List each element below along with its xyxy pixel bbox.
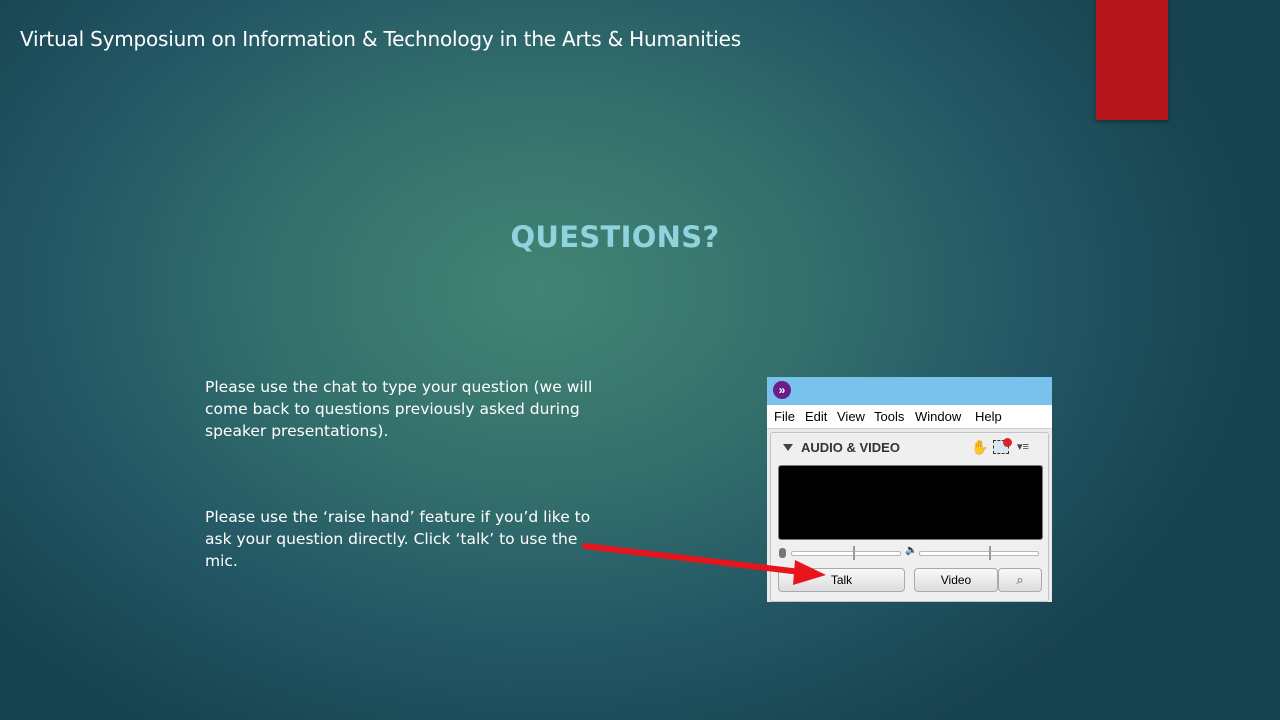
app-logo-icon: » — [773, 381, 791, 399]
menu-window[interactable]: Window — [915, 409, 961, 424]
mic-slider-handle[interactable] — [853, 546, 855, 560]
audio-settings-icon[interactable] — [993, 438, 1012, 454]
speaker-slider-handle[interactable] — [989, 546, 991, 560]
collapse-caret-icon[interactable] — [783, 444, 793, 451]
panel-options-icon[interactable]: ▾≡ — [1017, 440, 1029, 453]
video-area — [778, 465, 1043, 540]
talk-button[interactable]: Talk — [778, 568, 905, 592]
video-button[interactable]: Video — [914, 568, 998, 592]
panel-title: AUDIO & VIDEO — [801, 440, 900, 455]
search-people-button[interactable]: ⌕ — [998, 568, 1042, 592]
audio-level-row: 🔈 — [779, 545, 1044, 560]
menu-tools[interactable]: Tools — [874, 409, 904, 424]
menu-help[interactable]: Help — [975, 409, 1002, 424]
microphone-icon — [779, 548, 786, 558]
chat-instruction-text: Please use the chat to type your questio… — [205, 378, 593, 440]
menu-file[interactable]: File — [774, 409, 795, 424]
app-titlebar: » — [767, 377, 1052, 405]
menu-edit[interactable]: Edit — [805, 409, 827, 424]
slide-title: QUESTIONS? — [510, 220, 720, 254]
menu-view[interactable]: View — [837, 409, 865, 424]
speaker-icon: 🔈 — [905, 545, 918, 556]
speaker-volume-slider[interactable] — [919, 551, 1039, 556]
raise-hand-instruction-text: Please use the ‘raise hand’ feature if y… — [205, 508, 591, 570]
raise-hand-icon[interactable]: ✋ — [971, 439, 988, 455]
red-accent-tab — [1096, 0, 1168, 120]
app-menubar: File Edit View Tools Window Help — [767, 405, 1052, 429]
red-arrow-pointer — [582, 543, 826, 585]
app-screenshot: » File Edit View Tools Window Help AUDIO… — [767, 377, 1052, 602]
panel-header[interactable]: AUDIO & VIDEO ✋ ▾≡ — [771, 433, 1048, 461]
header-title: Virtual Symposium on Information & Techn… — [20, 27, 741, 51]
audio-video-panel: AUDIO & VIDEO ✋ ▾≡ 🔈 Talk Video ⌕ — [770, 432, 1049, 602]
mic-volume-slider[interactable] — [791, 551, 901, 556]
